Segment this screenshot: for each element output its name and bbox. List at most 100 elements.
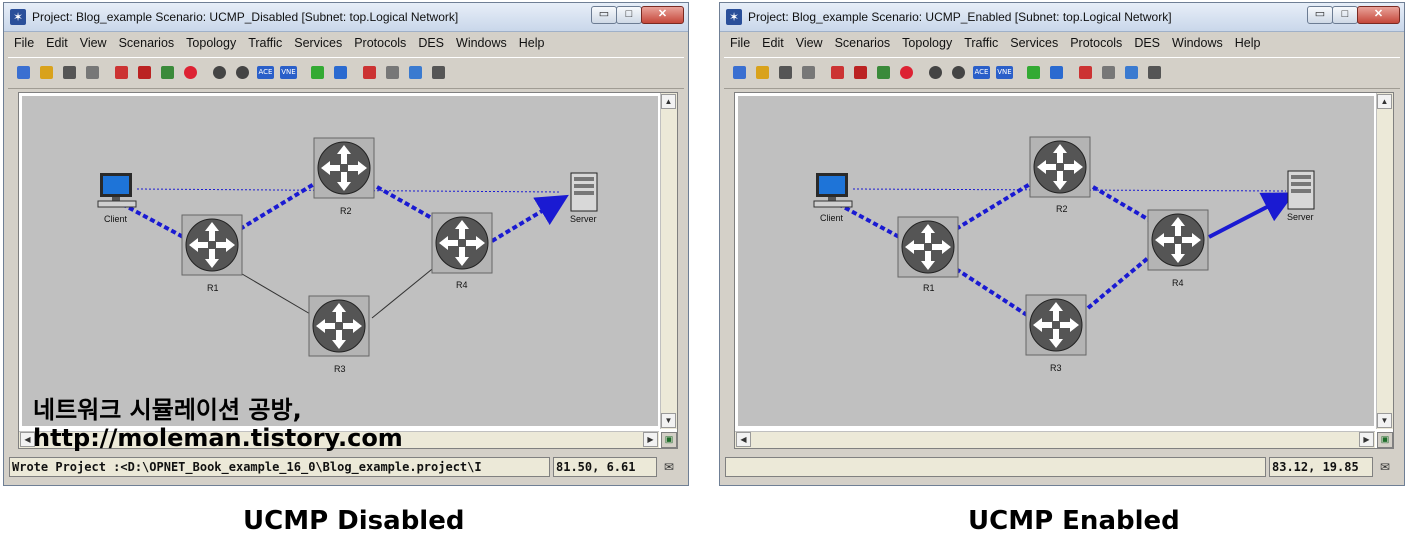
scroll-left-arrow-icon[interactable]: ◀ (736, 432, 751, 447)
close-button[interactable]: ✕ (1357, 6, 1400, 24)
traffic-light-icon[interactable] (308, 63, 327, 82)
location-icon[interactable] (181, 63, 200, 82)
info-icon[interactable] (429, 63, 448, 82)
menu-traffic[interactable]: Traffic (246, 34, 284, 52)
minimize-button[interactable]: ▭ (1307, 6, 1333, 24)
menu-view[interactable]: View (794, 34, 825, 52)
message-log-icon[interactable]: ✉ (661, 459, 677, 475)
scroll-right-arrow-icon[interactable]: ▶ (643, 432, 658, 447)
overview-map-icon[interactable]: ▣ (661, 432, 677, 448)
triangle-icon[interactable] (331, 63, 350, 82)
router-r1-icon[interactable] (897, 216, 959, 278)
recover-node-icon[interactable] (874, 63, 893, 82)
title-bar[interactable]: ✶ Project: Blog_example Scenario: UCMP_D… (4, 3, 688, 32)
minimize-button[interactable]: ▭ (591, 6, 617, 24)
run-icon[interactable] (1076, 63, 1095, 82)
zoom-out-icon[interactable] (949, 63, 968, 82)
menu-des[interactable]: DES (416, 34, 446, 52)
menu-view[interactable]: View (78, 34, 109, 52)
run-icon[interactable] (360, 63, 379, 82)
print-icon[interactable] (799, 63, 818, 82)
fail-node-icon[interactable] (851, 63, 870, 82)
menu-topology[interactable]: Topology (184, 34, 238, 52)
link-r4-server[interactable] (1208, 192, 1296, 239)
overview-map-icon[interactable]: ▣ (1377, 432, 1393, 448)
scroll-down-arrow-icon[interactable]: ▼ (661, 413, 676, 428)
menu-traffic[interactable]: Traffic (962, 34, 1000, 52)
info-icon[interactable] (1145, 63, 1164, 82)
scroll-right-arrow-icon[interactable]: ▶ (1359, 432, 1374, 447)
ace-icon[interactable]: ACE (972, 63, 991, 82)
server-icon[interactable] (570, 172, 598, 212)
menu-windows[interactable]: Windows (1170, 34, 1225, 52)
client-computer-icon[interactable] (813, 173, 853, 208)
router-r4-icon[interactable] (1147, 209, 1209, 271)
results-icon[interactable] (383, 63, 402, 82)
results-icon[interactable] (1099, 63, 1118, 82)
server-icon[interactable] (1287, 170, 1315, 210)
save-icon[interactable] (60, 63, 79, 82)
router-r1-icon[interactable] (181, 214, 243, 276)
client-computer-icon[interactable] (97, 173, 137, 208)
link-r3-r4[interactable] (1086, 256, 1150, 310)
link-r1-r3[interactable] (236, 270, 318, 319)
link-r1-r3[interactable] (954, 267, 1032, 319)
menu-file[interactable]: File (12, 34, 36, 52)
recover-node-icon[interactable] (158, 63, 177, 82)
menu-services[interactable]: Services (1008, 34, 1060, 52)
network-canvas[interactable]: Client Server R1 R2 R3 R4 (738, 96, 1374, 426)
graph-icon[interactable] (406, 63, 425, 82)
network-canvas[interactable]: Client Server R1 R2 R3 R4 (22, 96, 658, 426)
scroll-up-arrow-icon[interactable]: ▲ (1377, 94, 1392, 109)
vne-icon[interactable]: VNE (279, 63, 298, 82)
horizontal-scrollbar[interactable]: ◀ ▶ (735, 431, 1375, 448)
router-r2-icon[interactable] (1029, 136, 1091, 198)
scroll-up-arrow-icon[interactable]: ▲ (661, 94, 676, 109)
router-r2-icon[interactable] (313, 137, 375, 199)
link-r4-server[interactable] (490, 194, 569, 243)
menu-scenarios[interactable]: Scenarios (833, 34, 893, 52)
location-icon[interactable] (897, 63, 916, 82)
zoom-in-icon[interactable] (210, 63, 229, 82)
menu-topology[interactable]: Topology (900, 34, 954, 52)
title-bar[interactable]: ✶ Project: Blog_example Scenario: UCMP_E… (720, 3, 1404, 32)
graph-icon[interactable] (1122, 63, 1141, 82)
print-icon[interactable] (83, 63, 102, 82)
message-log-icon[interactable]: ✉ (1377, 459, 1393, 475)
wizard-icon[interactable] (828, 63, 847, 82)
zoom-in-icon[interactable] (926, 63, 945, 82)
link-r1-r2[interactable] (954, 179, 1037, 231)
zoom-out-icon[interactable] (233, 63, 252, 82)
scroll-down-arrow-icon[interactable]: ▼ (1377, 413, 1392, 428)
router-r3-icon[interactable] (308, 295, 370, 357)
vertical-scrollbar[interactable]: ▲ ▼ (1376, 93, 1393, 429)
link-r1-r2[interactable] (238, 179, 321, 231)
close-button[interactable]: ✕ (641, 6, 684, 24)
menu-edit[interactable]: Edit (44, 34, 70, 52)
menu-protocols[interactable]: Protocols (1068, 34, 1124, 52)
vertical-scrollbar[interactable]: ▲ ▼ (660, 93, 677, 429)
maximize-button[interactable]: □ (616, 6, 642, 24)
ace-icon[interactable]: ACE (256, 63, 275, 82)
menu-file[interactable]: File (728, 34, 752, 52)
link-client-r1[interactable] (837, 202, 904, 241)
menu-help[interactable]: Help (1233, 34, 1263, 52)
link-r2-r4[interactable] (376, 185, 438, 223)
save-icon[interactable] (776, 63, 795, 82)
open-icon[interactable] (37, 63, 56, 82)
open-icon[interactable] (753, 63, 772, 82)
maximize-button[interactable]: □ (1332, 6, 1358, 24)
router-r3-icon[interactable] (1025, 294, 1087, 356)
link-r2-r4[interactable] (1091, 185, 1153, 223)
new-icon[interactable] (730, 63, 749, 82)
menu-windows[interactable]: Windows (454, 34, 509, 52)
menu-edit[interactable]: Edit (760, 34, 786, 52)
new-icon[interactable] (14, 63, 33, 82)
fail-node-icon[interactable] (135, 63, 154, 82)
vne-icon[interactable]: VNE (995, 63, 1014, 82)
menu-services[interactable]: Services (292, 34, 344, 52)
triangle-icon[interactable] (1047, 63, 1066, 82)
router-r4-icon[interactable] (431, 212, 493, 274)
menu-help[interactable]: Help (517, 34, 547, 52)
menu-des[interactable]: DES (1132, 34, 1162, 52)
